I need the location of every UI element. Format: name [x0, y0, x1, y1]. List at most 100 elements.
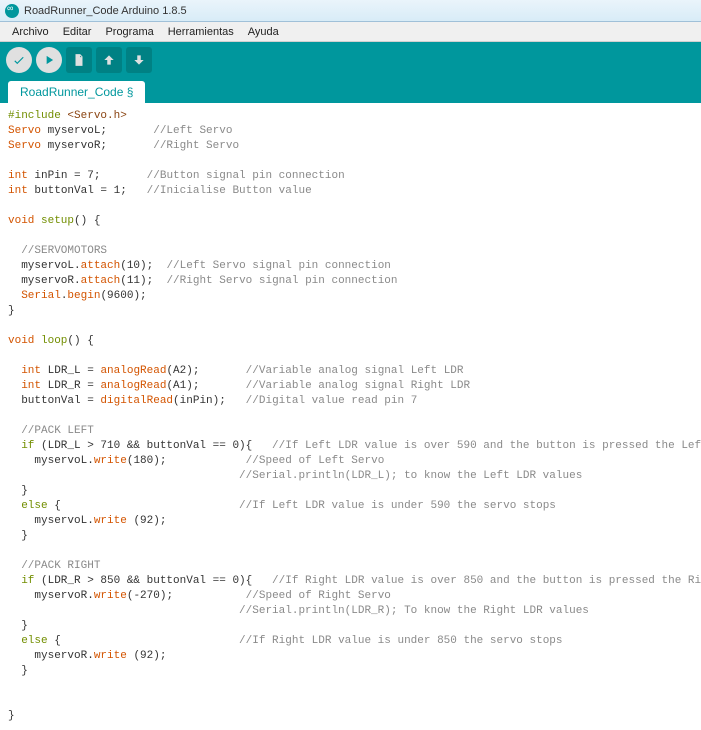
code-token: attach [81, 260, 121, 272]
file-icon [72, 53, 86, 67]
code-token: //Inicialise Button value [147, 185, 312, 197]
tab-roadrunner-code[interactable]: RoadRunner_Code § [8, 81, 145, 103]
code-token: } [8, 710, 15, 722]
code-token: myservoR. [8, 590, 94, 602]
code-token: } [8, 620, 28, 632]
code-token: //Left Servo [153, 125, 232, 137]
code-token: (9600); [100, 290, 146, 302]
code-token: (92); [127, 650, 167, 662]
menubar: Archivo Editar Programa Herramientas Ayu… [0, 22, 701, 42]
code-token: } [8, 530, 28, 542]
code-token: (10); [120, 260, 166, 272]
code-token: attach [81, 275, 121, 287]
code-token: void [8, 335, 34, 347]
menu-archivo[interactable]: Archivo [5, 24, 56, 40]
code-token: //If Right LDR value is over 850 and the… [272, 575, 701, 587]
code-token: <Servo.h> [61, 110, 127, 122]
new-button[interactable] [66, 47, 92, 73]
code-token: if [8, 440, 34, 452]
code-token: (A2); [166, 365, 245, 377]
code-token: loop [34, 335, 67, 347]
code-token: } [8, 485, 28, 497]
window-titlebar: RoadRunner_Code Arduino 1.8.5 [0, 0, 701, 22]
code-token: //PACK RIGHT [8, 560, 100, 572]
open-button[interactable] [96, 47, 122, 73]
code-token: begin [67, 290, 100, 302]
code-token: //If Right LDR value is under 850 the se… [239, 635, 562, 647]
code-token: { [48, 635, 239, 647]
code-token: //Variable analog signal Left LDR [246, 365, 464, 377]
tabbar: RoadRunner_Code § [0, 77, 701, 103]
code-token: { [48, 500, 239, 512]
code-token: Serial [8, 290, 61, 302]
code-token: myservoL. [8, 260, 81, 272]
save-button[interactable] [126, 47, 152, 73]
code-token: analogRead [100, 380, 166, 392]
code-token: //Variable analog signal Right LDR [246, 380, 470, 392]
code-token: (180); [127, 455, 246, 467]
code-token: //Serial.println(LDR_R); To know the Rig… [8, 605, 589, 617]
code-token: myservoR. [8, 650, 94, 662]
code-token: Servo [8, 125, 41, 137]
code-token: (A1); [166, 380, 245, 392]
code-token: else [8, 635, 48, 647]
code-token: LDR_R = [41, 380, 100, 392]
code-token: () { [74, 215, 100, 227]
code-token: //If Left LDR value is over 590 and the … [272, 440, 701, 452]
code-token: myservoL; [41, 125, 153, 137]
toolbar [0, 42, 701, 77]
code-token: write [94, 650, 127, 662]
code-token: Servo [8, 140, 41, 152]
code-token: setup [34, 215, 74, 227]
code-token: myservoR; [41, 140, 153, 152]
code-token: (LDR_L > 710 && buttonVal == 0){ [34, 440, 272, 452]
code-token: //Left Servo signal pin connection [166, 260, 390, 272]
code-token: else [8, 500, 48, 512]
code-token: analogRead [100, 365, 166, 377]
menu-editar[interactable]: Editar [56, 24, 99, 40]
code-token: } [8, 305, 15, 317]
code-token: (11); [120, 275, 166, 287]
code-editor[interactable]: #include <Servo.h> Servo myservoL; //Lef… [0, 103, 701, 730]
code-token: write [94, 515, 127, 527]
code-token: //If Left LDR value is under 590 the ser… [239, 500, 556, 512]
menu-programa[interactable]: Programa [98, 24, 160, 40]
window-title: RoadRunner_Code Arduino 1.8.5 [24, 5, 187, 17]
code-token: //Serial.println(LDR_L); to know the Lef… [8, 470, 582, 482]
code-token: LDR_L = [41, 365, 100, 377]
code-token: int [8, 365, 41, 377]
verify-button[interactable] [6, 47, 32, 73]
code-token: inPin = 7; [28, 170, 147, 182]
code-token: write [94, 590, 127, 602]
check-icon [12, 53, 26, 67]
code-token: buttonVal = [8, 395, 100, 407]
code-token: buttonVal = 1; [28, 185, 147, 197]
code-token: (92); [127, 515, 167, 527]
code-token: myservoR. [8, 275, 81, 287]
code-token: myservoL. [8, 515, 94, 527]
code-token: //Right Servo [153, 140, 239, 152]
code-token: #include [8, 110, 61, 122]
arrow-right-icon [42, 53, 56, 67]
menu-herramientas[interactable]: Herramientas [161, 24, 241, 40]
code-token: //Button signal pin connection [147, 170, 345, 182]
code-token: //Right Servo signal pin connection [166, 275, 397, 287]
code-token: write [94, 455, 127, 467]
code-token: () { [67, 335, 93, 347]
arduino-logo-icon [5, 4, 19, 18]
code-token: //PACK LEFT [8, 425, 94, 437]
code-token: (-270); [127, 590, 246, 602]
code-token: //Speed of Left Servo [246, 455, 385, 467]
code-token: (LDR_R > 850 && buttonVal == 0){ [34, 575, 272, 587]
upload-button[interactable] [36, 47, 62, 73]
code-token: //Digital value read pin 7 [246, 395, 418, 407]
code-token: (inPin); [173, 395, 246, 407]
code-token: int [8, 185, 28, 197]
menu-ayuda[interactable]: Ayuda [241, 24, 286, 40]
code-token: if [8, 575, 34, 587]
code-token: //SERVOMOTORS [8, 245, 107, 257]
code-token: int [8, 380, 41, 392]
code-token: int [8, 170, 28, 182]
code-token: //Speed of Right Servo [246, 590, 391, 602]
arrow-up-icon [102, 53, 116, 67]
